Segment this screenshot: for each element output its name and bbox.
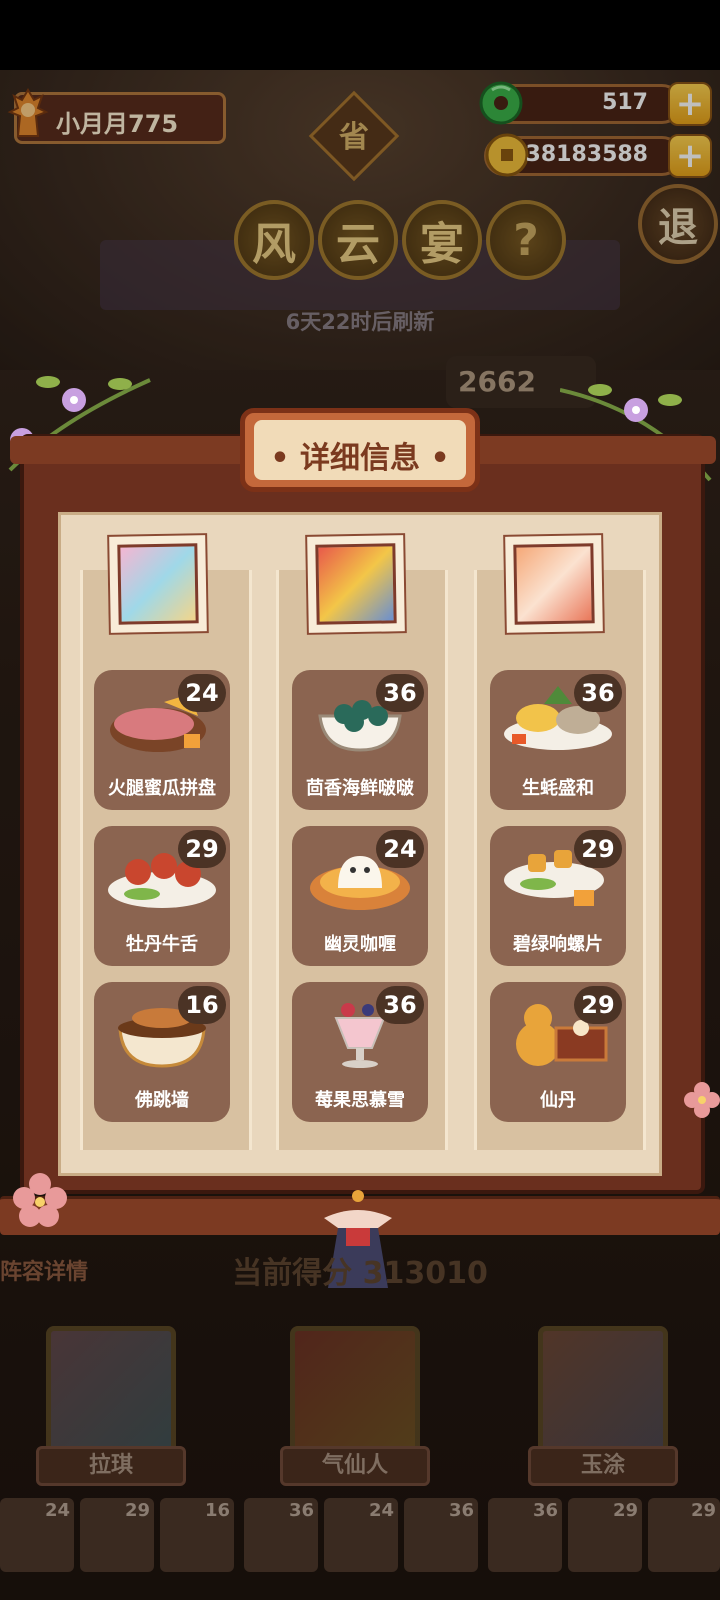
hero-name-3: 玉涂 [528,1446,678,1486]
hero-name-2: 气仙人 [280,1446,430,1486]
dish-count: 36 [376,986,424,1024]
dish-count: 36 [574,674,622,712]
mini-dish-slot[interactable]: 36 [488,1498,562,1572]
hero-portrait-1 [107,533,209,635]
dish-name: 生蚝盛和 [522,778,594,799]
dish-name: 仙丹 [540,1090,576,1111]
dish-name: 火腿蜜瓜拼盘 [108,778,216,799]
dish-name: 幽灵咖喱 [324,934,396,955]
mini-dish-count: 36 [448,1500,474,1521]
mini-dish-slot[interactable]: 16 [160,1498,234,1572]
hero-card-1[interactable] [46,1326,176,1456]
status-bar [0,0,720,70]
mini-dish-count: 36 [288,1500,314,1521]
mini-dish-slot[interactable]: 29 [80,1498,154,1572]
mini-dish-slot[interactable]: 36 [404,1498,478,1572]
dish-count: 29 [178,830,226,868]
dish-count: 36 [376,674,424,712]
hero-portrait-3 [503,533,605,635]
hero-portrait-2 [305,533,407,635]
dish-name: 佛跳墙 [135,1090,189,1111]
mini-dish-count: 24 [368,1500,394,1521]
dish-card[interactable]: 24 幽灵咖喱 [292,826,428,966]
hero-card-2[interactable] [290,1326,420,1456]
dish-count: 24 [376,830,424,868]
dish-count: 16 [178,986,226,1024]
dish-name: 茴香海鲜啵啵 [306,778,414,799]
mini-dish-count: 29 [612,1500,638,1521]
dish-card[interactable]: 16 佛跳墙 [94,982,230,1122]
current-score: 当前得分 313010 [232,1256,488,1291]
mini-dish-slot[interactable]: 29 [568,1498,642,1572]
dish-card[interactable]: 36 莓果思慕雪 [292,982,428,1122]
mini-dish-count: 16 [204,1500,230,1521]
mini-dish-count: 29 [690,1500,716,1521]
dish-name: 牡丹牛舌 [126,934,198,955]
panel-title-text: 详细信息 [300,441,420,476]
dish-name: 莓果思慕雪 [315,1090,405,1111]
blossom-right-icon [684,1082,720,1118]
dish-name: 碧绿响螺片 [513,934,603,955]
dish-card[interactable]: 29 牡丹牛舌 [94,826,230,966]
dish-count: 29 [574,986,622,1024]
dish-count: 29 [574,830,622,868]
mini-dish-count: 29 [124,1500,150,1521]
mini-dish-slot[interactable]: 24 [324,1498,398,1572]
mini-dish-slot[interactable]: 24 [0,1498,74,1572]
mini-dish-count: 24 [44,1500,70,1521]
dish-card[interactable]: 29 碧绿响螺片 [490,826,626,966]
mini-dish-slot[interactable]: 36 [244,1498,318,1572]
panel-title: • 详细信息 • [270,441,450,476]
dish-card[interactable]: 36 生蚝盛和 [490,670,626,810]
mini-dish-slot[interactable]: 29 [648,1498,720,1572]
blossom-left-icon [13,1173,67,1227]
dish-card[interactable]: 36 茴香海鲜啵啵 [292,670,428,810]
mini-dish-count: 36 [532,1500,558,1521]
hero-name-1: 拉琪 [36,1446,186,1486]
dish-count: 24 [178,674,226,712]
dish-card[interactable]: 24 火腿蜜瓜拼盘 [94,670,230,810]
hero-card-3[interactable] [538,1326,668,1456]
dish-card[interactable]: 29 仙丹 [490,982,626,1122]
